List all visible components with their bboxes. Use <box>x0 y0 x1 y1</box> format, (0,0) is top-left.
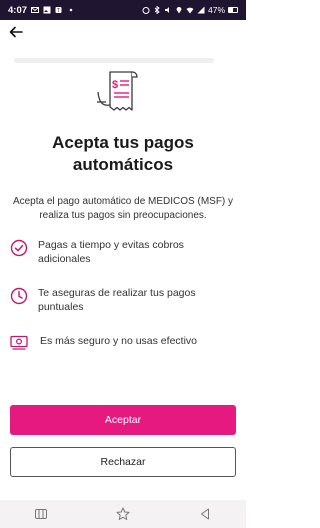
svg-text:$: $ <box>112 79 118 91</box>
mute-icon <box>164 7 169 13</box>
alarm-icon <box>142 7 150 14</box>
wifi-icon <box>186 7 194 14</box>
benefit-text: Pagas a tiempo y evitas cobros adicional… <box>38 239 184 265</box>
cash-icon <box>10 335 28 350</box>
benefit-item: Es más seguro y no usas efectivo <box>10 332 236 351</box>
back-arrow-icon <box>9 26 23 38</box>
benefit-item: Pagas a tiempo y evitas cobros adicional… <box>10 238 236 266</box>
status-time: 4:07 <box>8 4 28 16</box>
faded-header-placeholder <box>14 58 214 63</box>
back-button[interactable] <box>6 22 26 42</box>
teams-icon: T <box>55 7 62 14</box>
signal-icon <box>197 6 205 14</box>
benefit-text: Te aseguras de realizar tus pagos puntua… <box>38 287 196 313</box>
reject-button[interactable]: Rechazar <box>10 447 236 477</box>
home-star-icon <box>116 507 130 520</box>
accept-button[interactable]: Aceptar <box>10 405 236 435</box>
mail-icon <box>31 7 40 13</box>
battery-percent: 47% <box>207 5 225 15</box>
dot-icon <box>69 8 73 12</box>
bluetooth-icon <box>154 6 160 14</box>
receipt-icon: $ <box>97 71 138 111</box>
page-subtitle: Acepta el pago automático de MEDICOS (MS… <box>12 196 234 221</box>
recent-apps-icon <box>35 509 47 519</box>
page-title: Acepta tus pagos automáticos <box>52 133 194 174</box>
back-nav-button[interactable] <box>197 506 213 522</box>
check-circle-icon <box>10 239 28 257</box>
benefit-text: Es más seguro y no usas efectivo <box>40 335 197 347</box>
system-navigation-bar <box>0 500 246 528</box>
recent-apps-button[interactable] <box>33 506 49 522</box>
back-triangle-icon <box>201 508 209 520</box>
image-icon <box>43 6 51 14</box>
battery-icon <box>228 7 238 13</box>
svg-text:T: T <box>57 8 60 14</box>
location-icon <box>176 7 182 14</box>
status-bar: 4:07 T 47% <box>0 0 246 20</box>
benefit-item: Te aseguras de realizar tus pagos puntua… <box>10 286 236 314</box>
clock-icon <box>10 287 28 305</box>
home-button[interactable] <box>115 506 131 522</box>
